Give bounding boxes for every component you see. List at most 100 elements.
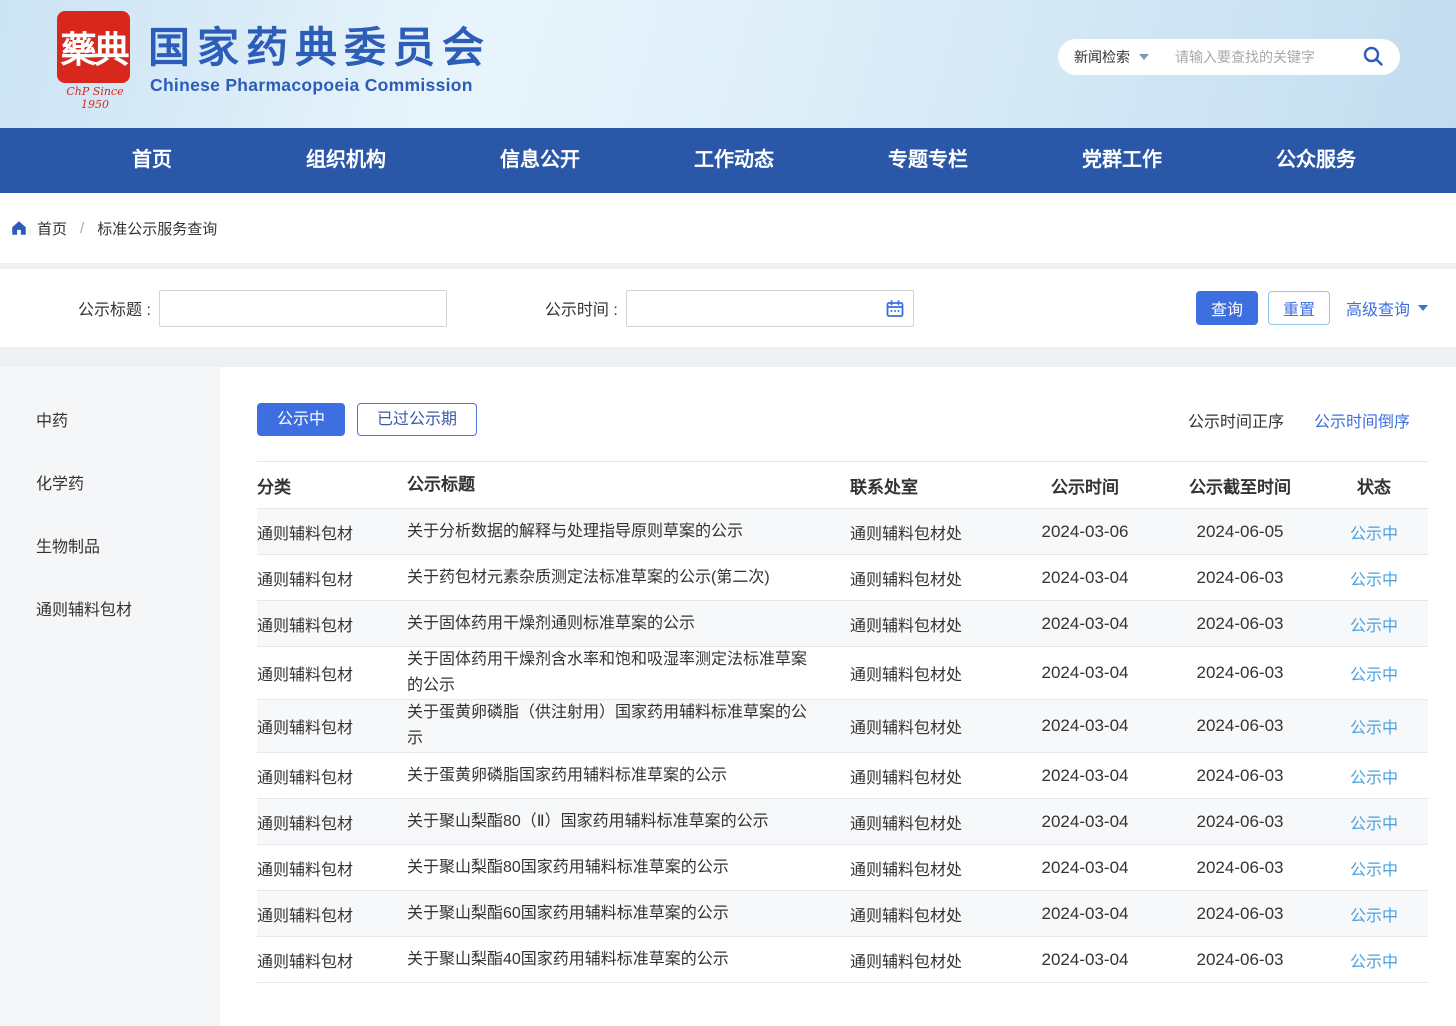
table-row: 通则辅料包材 关于聚山梨酯60国家药用辅料标准草案的公示 通则辅料包材处 202… [257,891,1428,937]
row-office: 通则辅料包材处 [850,948,1010,972]
reset-button[interactable]: 重置 [1268,291,1330,325]
col-header-category: 分类 [257,473,407,498]
nav-item-public-service[interactable]: 公众服务 [1219,128,1413,193]
row-publish-date: 2024-03-04 [1010,858,1160,878]
row-category: 通则辅料包材 [257,902,407,926]
calendar-icon[interactable] [885,299,905,319]
search-submit-button[interactable] [1362,45,1384,70]
breadcrumb-home-link[interactable]: 首页 [37,218,67,239]
row-deadline-date: 2024-06-05 [1160,522,1320,542]
row-status-link[interactable]: 公示中 [1320,714,1428,738]
col-header-title: 公示标题 [407,472,850,498]
row-title-link[interactable]: 关于聚山梨酯60国家药用辅料标准草案的公示 [407,901,850,927]
table-row: 通则辅料包材 关于固体药用干燥剂通则标准草案的公示 通则辅料包材处 2024-0… [257,601,1428,647]
row-publish-date: 2024-03-04 [1010,766,1160,786]
row-title-link[interactable]: 关于药包材元素杂质测定法标准草案的公示(第二次) [407,565,850,591]
row-category: 通则辅料包材 [257,714,407,738]
chevron-down-icon [1418,305,1428,311]
row-status-link[interactable]: 公示中 [1320,764,1428,788]
sort-time-ascending[interactable]: 公示时间正序 [1188,408,1284,432]
col-header-publish-date: 公示时间 [1010,473,1160,498]
nav-item-work-news[interactable]: 工作动态 [637,128,831,193]
row-status-link[interactable]: 公示中 [1320,520,1428,544]
main-panel: 公示中 已过公示期 公示时间正序 公示时间倒序 分类 公示标题 联系处室 公示时… [220,367,1456,1026]
breadcrumb: 首页 / 标准公示服务查询 [0,193,1456,263]
table-body: 通则辅料包材 关于分析数据的解释与处理指导原则草案的公示 通则辅料包材处 202… [257,509,1428,983]
row-category: 通则辅料包材 [257,764,407,788]
sort-time-descending[interactable]: 公示时间倒序 [1314,408,1410,432]
sidebar-item-chemical-drugs[interactable]: 化学药 [0,450,220,513]
row-category: 通则辅料包材 [257,520,407,544]
row-status-link[interactable]: 公示中 [1320,566,1428,590]
row-status-link[interactable]: 公示中 [1320,810,1428,834]
row-publish-date: 2024-03-04 [1010,716,1160,736]
search-category-select[interactable]: 新闻检索 [1074,47,1149,67]
table-row: 通则辅料包材 关于聚山梨酯80（Ⅱ）国家药用辅料标准草案的公示 通则辅料包材处 … [257,799,1428,845]
row-status-link[interactable]: 公示中 [1320,948,1428,972]
row-publish-date: 2024-03-04 [1010,812,1160,832]
tab-past-announcement[interactable]: 已过公示期 [357,403,477,436]
col-header-office: 联系处室 [850,473,1010,498]
title-filter-input[interactable] [159,290,447,327]
row-category: 通则辅料包材 [257,661,407,685]
table-row: 通则辅料包材 关于蛋黄卵磷脂国家药用辅料标准草案的公示 通则辅料包材处 2024… [257,753,1428,799]
row-status-link[interactable]: 公示中 [1320,612,1428,636]
row-status-link[interactable]: 公示中 [1320,661,1428,685]
chevron-down-icon [1139,54,1149,60]
tab-in-announcement[interactable]: 公示中 [257,403,345,436]
sidebar-item-tcm[interactable]: 中药 [0,387,220,450]
time-filter-input[interactable] [626,290,914,327]
table-row: 通则辅料包材 关于固体药用干燥剂含水率和饱和吸湿率测定法标准草案的公示 通则辅料… [257,647,1428,700]
nav-item-organization[interactable]: 组织机构 [249,128,443,193]
nav-item-home[interactable]: 首页 [55,128,249,193]
row-deadline-date: 2024-06-03 [1160,766,1320,786]
home-icon[interactable] [10,219,28,237]
row-title-link[interactable]: 关于固体药用干燥剂通则标准草案的公示 [407,611,850,637]
row-title-link[interactable]: 关于固体药用干燥剂含水率和饱和吸湿率测定法标准草案的公示 [407,647,850,699]
site-header: 藥典 ChP Since 1950 国家药典委员会 Chinese Pharma… [0,0,1456,128]
search-icon [1362,45,1384,70]
row-category: 通则辅料包材 [257,856,407,880]
row-office: 通则辅料包材处 [850,661,1010,685]
row-publish-date: 2024-03-04 [1010,950,1160,970]
row-publish-date: 2024-03-04 [1010,904,1160,924]
row-title-link[interactable]: 关于聚山梨酯80国家药用辅料标准草案的公示 [407,855,850,881]
row-deadline-date: 2024-06-03 [1160,716,1320,736]
col-header-deadline-date: 公示截至时间 [1160,473,1320,498]
col-header-status: 状态 [1320,473,1428,498]
seal-characters: 藥典 [60,21,126,73]
row-office: 通则辅料包材处 [850,566,1010,590]
row-deadline-date: 2024-06-03 [1160,568,1320,588]
list-toolbar: 公示中 已过公示期 公示时间正序 公示时间倒序 [257,403,1428,436]
breadcrumb-separator: / [80,220,84,237]
row-title-link[interactable]: 关于蛋黄卵磷脂（供注射用）国家药用辅料标准草案的公示 [407,700,850,752]
row-title-link[interactable]: 关于蛋黄卵磷脂国家药用辅料标准草案的公示 [407,763,850,789]
row-publish-date: 2024-03-04 [1010,614,1160,634]
sidebar-item-biologics[interactable]: 生物制品 [0,513,220,576]
row-status-link[interactable]: 公示中 [1320,902,1428,926]
row-title-link[interactable]: 关于聚山梨酯40国家药用辅料标准草案的公示 [407,947,850,973]
row-title-link[interactable]: 关于分析数据的解释与处理指导原则草案的公示 [407,519,850,545]
logo-caption: ChP Since 1950 [53,85,137,111]
row-deadline-date: 2024-06-03 [1160,904,1320,924]
row-office: 通则辅料包材处 [850,810,1010,834]
nav-item-party-work[interactable]: 党群工作 [1025,128,1219,193]
table-row: 通则辅料包材 关于蛋黄卵磷脂（供注射用）国家药用辅料标准草案的公示 通则辅料包材… [257,700,1428,753]
query-button[interactable]: 查询 [1196,291,1258,325]
category-sidebar: 中药 化学药 生物制品 通则辅料包材 [0,367,220,1026]
row-category: 通则辅料包材 [257,566,407,590]
time-filter-label: 公示时间 : [545,296,618,320]
row-status-link[interactable]: 公示中 [1320,856,1428,880]
row-office: 通则辅料包材处 [850,764,1010,788]
row-deadline-date: 2024-06-03 [1160,950,1320,970]
nav-item-special-topics[interactable]: 专题专栏 [831,128,1025,193]
row-title-link[interactable]: 关于聚山梨酯80（Ⅱ）国家药用辅料标准草案的公示 [407,809,850,835]
nav-item-info-disclosure[interactable]: 信息公开 [443,128,637,193]
advanced-query-link[interactable]: 高级查询 [1346,296,1428,320]
search-input[interactable]: 请输入要查找的关键字 [1175,47,1362,67]
main-nav: 首页 组织机构 信息公开 工作动态 专题专栏 党群工作 公众服务 [0,128,1456,193]
table-header-row: 分类 公示标题 联系处室 公示时间 公示截至时间 状态 [257,461,1428,509]
sidebar-item-general-excipients-packaging[interactable]: 通则辅料包材 [0,576,220,639]
row-office: 通则辅料包材处 [850,902,1010,926]
row-category: 通则辅料包材 [257,810,407,834]
